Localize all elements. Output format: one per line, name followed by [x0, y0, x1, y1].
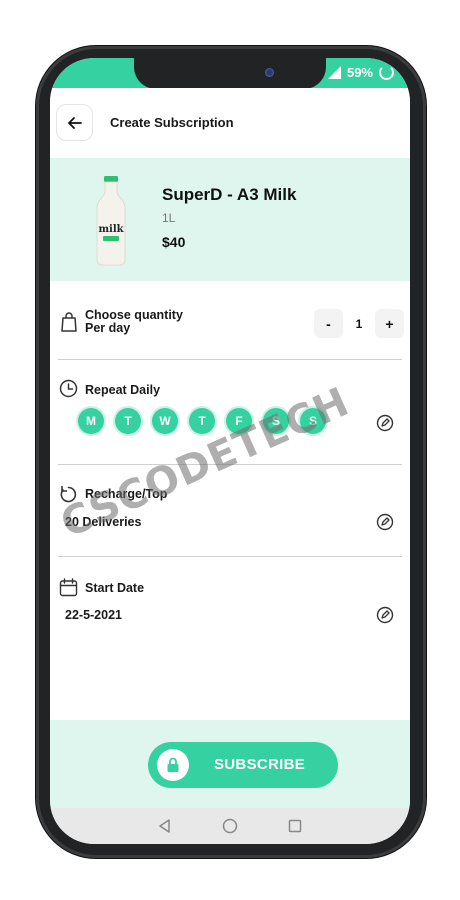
page-title: Create Subscription: [110, 115, 234, 130]
edit-start-date-icon[interactable]: [376, 606, 394, 624]
lock-icon: [167, 757, 179, 772]
quantity-value: 1: [355, 316, 363, 331]
quantity-label: Choose quantity Per day: [85, 309, 183, 335]
repeat-label: Repeat Daily: [85, 383, 161, 397]
day-thursday[interactable]: T: [189, 408, 215, 434]
edit-repeat-icon[interactable]: [376, 414, 394, 432]
subscribe-label: SUBSCRIBE: [214, 756, 306, 773]
recents-square-icon[interactable]: [287, 818, 303, 834]
decrease-button[interactable]: -: [314, 309, 343, 338]
quantity-stepper[interactable]: - 1 +: [314, 309, 404, 338]
status-indicators: 4G 59%: [315, 62, 394, 82]
divider: [58, 464, 402, 465]
subscribe-area: SUBSCRIBE: [50, 720, 410, 808]
start-date-value: 22-5-2021: [65, 608, 122, 622]
clock-icon: [59, 379, 78, 398]
android-nav-bar: [50, 808, 410, 844]
day-sunday[interactable]: S: [300, 408, 326, 434]
signal-icon: [327, 65, 341, 79]
day-saturday[interactable]: S: [263, 408, 289, 434]
product-name: SuperD - A3 Milk: [162, 185, 297, 204]
shopping-bag-icon: [61, 312, 77, 332]
refresh-icon: [60, 485, 77, 503]
divider: [58, 359, 402, 360]
battery-level: 59%: [346, 64, 373, 80]
camera-icon: [265, 68, 274, 77]
calendar-icon: [59, 578, 78, 597]
arrow-left-icon: [67, 116, 82, 129]
divider: [58, 556, 402, 557]
day-tuesday[interactable]: T: [115, 408, 141, 434]
edit-recharge-icon[interactable]: [376, 513, 394, 531]
quantity-label-line2: Per day: [85, 321, 131, 335]
day-friday[interactable]: F: [226, 408, 252, 434]
loading-icon: [379, 64, 394, 80]
increase-button[interactable]: +: [375, 309, 404, 338]
weekday-selector: M T W T F S S: [78, 408, 326, 434]
notch: [134, 58, 326, 89]
recharge-label: Recharge/Top: [85, 487, 168, 501]
product-price: $40: [162, 234, 186, 250]
lock-circle: [157, 749, 189, 781]
product-card: milk SuperD - A3 Milk 1L $40: [50, 158, 410, 281]
recharge-value: 20 Deliveries: [65, 515, 142, 529]
start-date-label: Start Date: [85, 581, 145, 595]
milk-bottle-image: milk: [96, 176, 126, 266]
app-screen: 4G 59% Create Subscription milk SuperD -…: [50, 58, 410, 844]
back-triangle-icon[interactable]: [157, 818, 173, 834]
product-size: 1L: [162, 211, 176, 225]
home-circle-icon[interactable]: [222, 818, 238, 834]
day-wednesday[interactable]: W: [152, 408, 178, 434]
subscribe-button[interactable]: SUBSCRIBE: [148, 742, 338, 788]
back-button[interactable]: [56, 104, 93, 141]
day-monday[interactable]: M: [78, 408, 104, 434]
header: Create Subscription: [50, 88, 410, 158]
bottle-label: milk: [98, 224, 124, 235]
